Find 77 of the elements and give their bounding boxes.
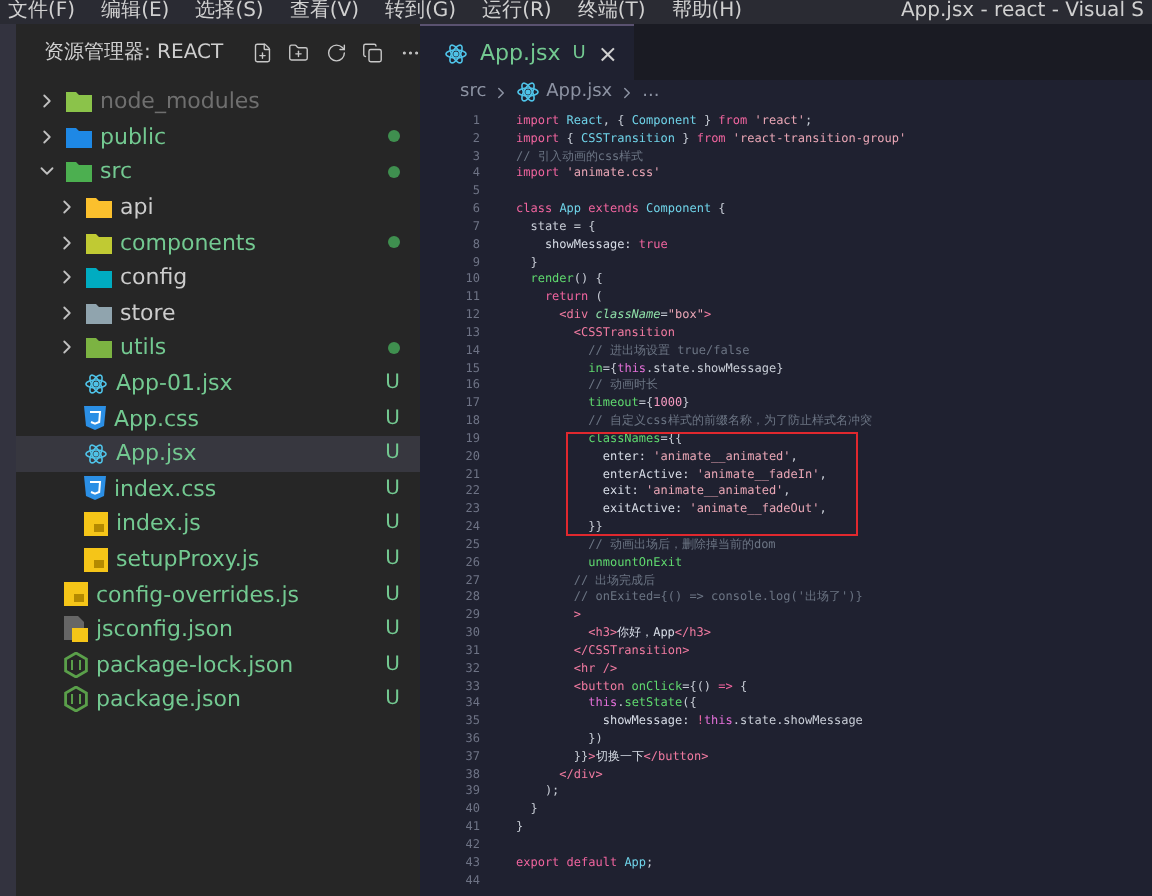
react-icon (84, 371, 108, 396)
file-name: index.js (116, 510, 201, 537)
file-item[interactable]: setupProxy.js U (16, 541, 420, 577)
status-letter: U (385, 548, 400, 571)
file-name: store (120, 299, 176, 326)
react-icon (84, 441, 108, 466)
menu-item[interactable]: 运行(R) (482, 0, 552, 24)
breadcrumb-item[interactable]: App.jsx (546, 82, 613, 102)
status-letter: U (385, 442, 400, 465)
file-name: public (100, 123, 167, 150)
file-item[interactable]: index.css U (16, 471, 420, 507)
status-letter: U (385, 583, 400, 606)
status-letter: U (385, 688, 400, 711)
menu-item[interactable]: 查看(V) (289, 0, 359, 24)
file-name: config-overrides.js (96, 581, 300, 608)
node-icon (64, 686, 88, 713)
file-item[interactable]: App.css U (16, 400, 420, 436)
status-letter: U (572, 43, 586, 63)
status-letter: U (385, 407, 400, 430)
menu-item[interactable]: 帮助(H) (671, 0, 743, 24)
file-name: src (100, 158, 133, 185)
file-name: index.css (114, 475, 217, 502)
breadcrumb-item[interactable]: src (460, 82, 487, 102)
file-name: config (120, 264, 188, 291)
menu-item[interactable]: 转到(G) (385, 0, 457, 24)
breadcrumb-item[interactable]: ... (642, 82, 660, 102)
file-name: jsconfig.json (96, 616, 233, 643)
file-item[interactable]: config-overrides.js U (16, 576, 420, 612)
explorer-title: 资源管理器: REACT (44, 40, 224, 66)
file-name: utils (120, 334, 167, 361)
status-letter: U (385, 477, 400, 500)
status-letter: U (385, 618, 400, 641)
status-letter: U (385, 512, 400, 535)
file-item[interactable]: jsconfig.json U (16, 611, 420, 647)
file-item[interactable]: App.jsx U (16, 435, 420, 472)
folder-item[interactable]: config (16, 259, 420, 296)
css-file-icon (84, 406, 106, 431)
refresh-icon[interactable] (325, 39, 347, 65)
new-file-icon[interactable] (251, 39, 273, 65)
file-name: App.css (114, 405, 199, 432)
react-icon (444, 41, 468, 65)
collapse-icon[interactable] (362, 39, 384, 65)
file-name: api (120, 194, 154, 221)
status-letter: U (385, 653, 400, 676)
file-item[interactable]: index.js U (16, 506, 420, 542)
file-item[interactable]: package.json U (16, 682, 420, 718)
close-button[interactable]: × (597, 39, 618, 67)
menu-item[interactable]: 编辑(E) (101, 0, 170, 24)
menu-item[interactable]: 选择(S) (195, 0, 264, 24)
css-file-icon (84, 476, 106, 501)
js-file-icon (64, 582, 88, 607)
editor-tab[interactable]: App.jsx U × (420, 24, 634, 80)
folder-item[interactable]: components (16, 224, 420, 260)
folder-item[interactable]: store (16, 295, 420, 331)
file-name: components (120, 229, 256, 256)
file-name: node_modules (100, 88, 260, 115)
folder-item[interactable]: utils (16, 330, 420, 366)
folder-item[interactable]: src (16, 154, 420, 190)
file-name: package-lock.json (96, 651, 294, 678)
window-title: App.jsx - react - Visual S (900, 0, 1144, 24)
menu-item[interactable]: 终端(T) (577, 0, 646, 24)
folder-item[interactable]: public (16, 119, 420, 155)
file-item[interactable]: App-01.jsx U (16, 365, 420, 401)
file-name: setupProxy.js (116, 546, 260, 573)
status-letter: U (385, 372, 400, 395)
js-file-icon (84, 511, 108, 536)
file-name: App-01.jsx (116, 370, 233, 397)
file-item[interactable]: package-lock.json U (16, 647, 420, 683)
new-folder-icon[interactable] (288, 39, 310, 65)
folder-item[interactable]: api (16, 189, 420, 225)
file-name: package.json (96, 686, 241, 713)
js-file-icon (84, 547, 108, 572)
tab-label: App.jsx (480, 40, 561, 66)
node-icon (64, 651, 88, 678)
react-icon (516, 80, 541, 104)
file-name: App.jsx (116, 440, 197, 467)
config-file-icon (64, 616, 88, 643)
